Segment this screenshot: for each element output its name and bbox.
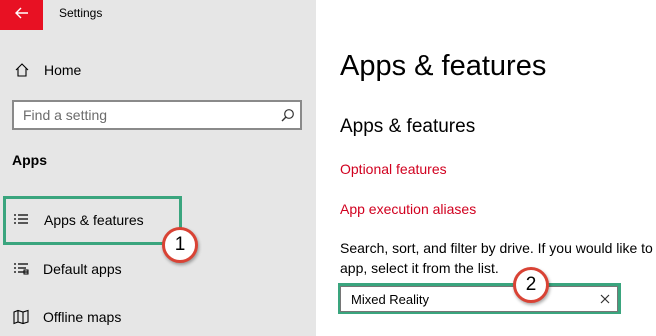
callout-1: 1 bbox=[162, 227, 198, 263]
app-execution-aliases-link[interactable]: App execution aliases bbox=[340, 201, 476, 217]
sidebar: Settings Home Apps Apps & features Defau… bbox=[0, 0, 316, 336]
window-title: Settings bbox=[59, 6, 103, 20]
apps-filter-search[interactable] bbox=[340, 286, 618, 312]
sidebar-item-label: Default apps bbox=[43, 261, 122, 277]
filter-input[interactable] bbox=[341, 290, 593, 308]
back-button[interactable] bbox=[0, 0, 43, 30]
section-title: Apps & features bbox=[340, 116, 476, 137]
home-icon bbox=[12, 60, 32, 80]
map-icon bbox=[12, 308, 30, 326]
sidebar-item-home[interactable]: Home bbox=[12, 58, 302, 82]
description-line: app, select it from the list. bbox=[340, 260, 499, 276]
close-icon[interactable] bbox=[593, 294, 617, 304]
arrow-left-icon bbox=[14, 6, 29, 24]
sidebar-item-offline-maps[interactable]: Offline maps bbox=[12, 306, 182, 328]
find-setting-search[interactable] bbox=[12, 100, 302, 130]
sidebar-item-label: Home bbox=[44, 62, 82, 78]
sidebar-item-label: Apps & features bbox=[44, 212, 144, 228]
sidebar-item-default-apps[interactable]: Default apps bbox=[12, 258, 182, 280]
section-label-apps: Apps bbox=[12, 152, 47, 168]
description-line: Search, sort, and filter by drive. If yo… bbox=[340, 240, 653, 256]
description-text: Search, sort, and filter by drive. If yo… bbox=[340, 238, 656, 278]
optional-features-link[interactable]: Optional features bbox=[340, 161, 447, 177]
page-title: Apps & features bbox=[340, 50, 547, 82]
list-icon bbox=[12, 211, 30, 229]
sidebar-item-label: Offline maps bbox=[43, 309, 122, 325]
search-icon[interactable] bbox=[276, 108, 300, 122]
default-apps-icon bbox=[12, 260, 30, 278]
sidebar-item-apps-features[interactable]: Apps & features bbox=[12, 209, 182, 231]
search-input[interactable] bbox=[14, 106, 276, 124]
callout-2: 2 bbox=[513, 267, 549, 303]
